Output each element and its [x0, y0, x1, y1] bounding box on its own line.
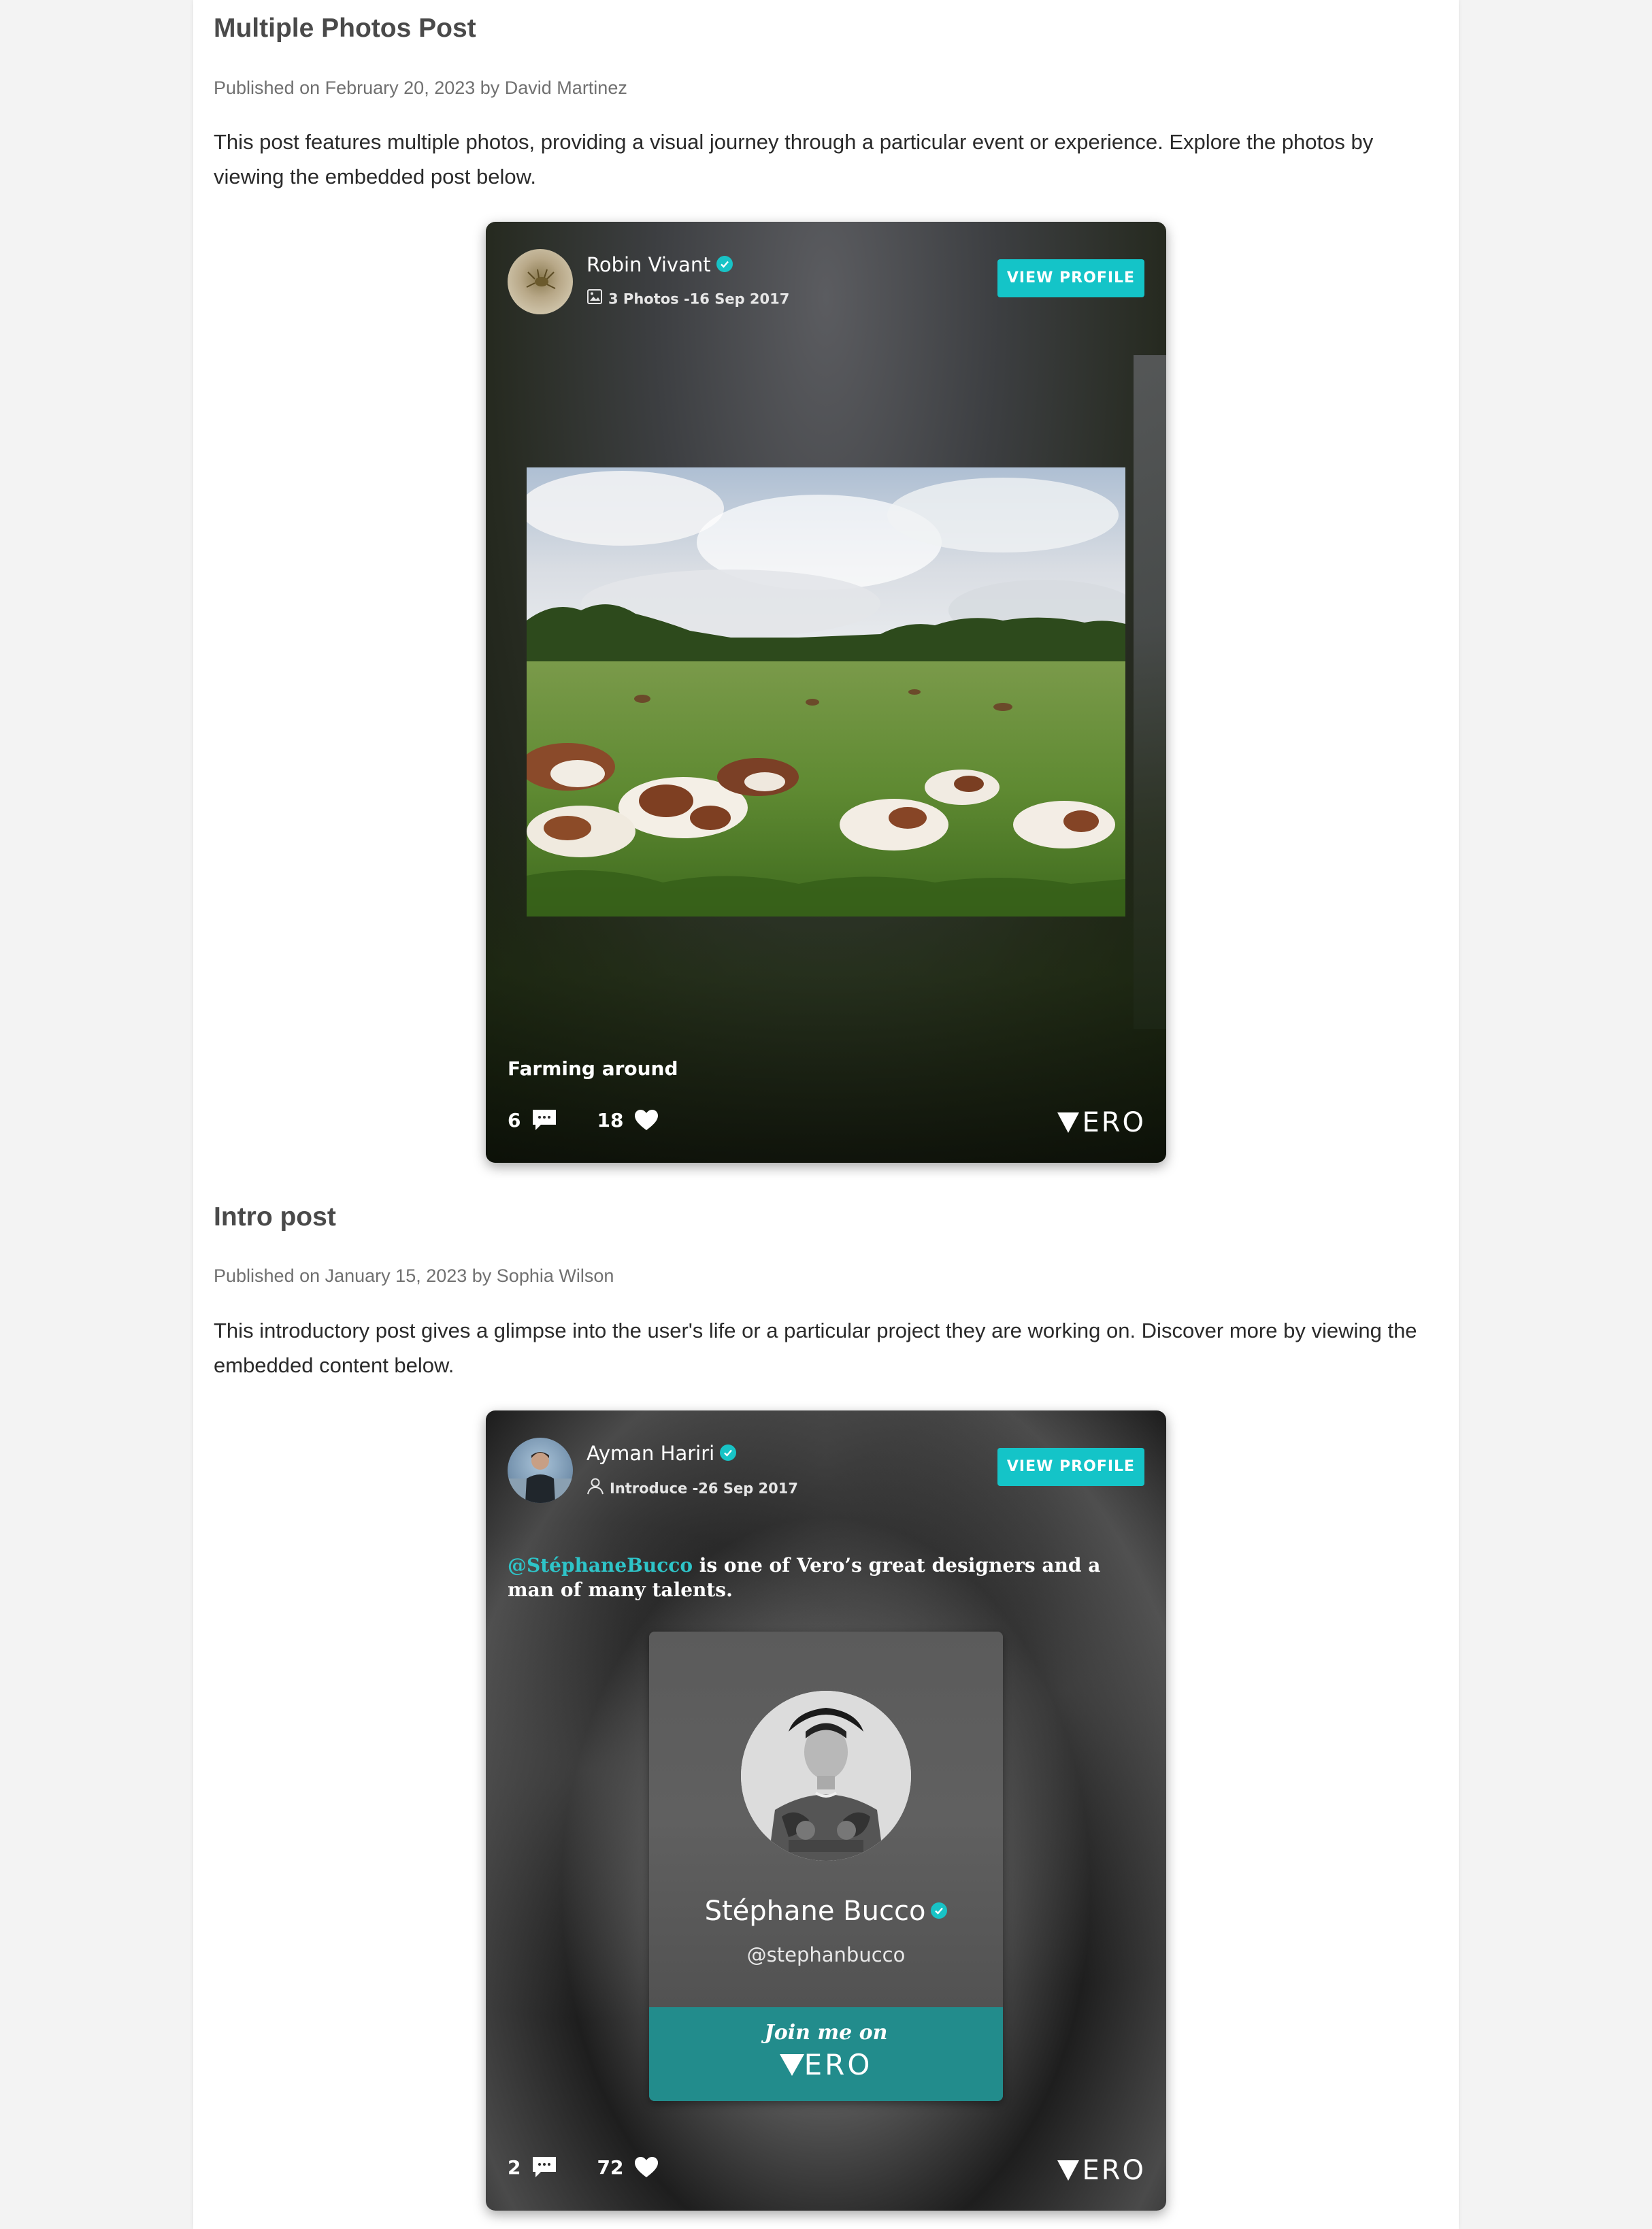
post-title: Multiple Photos Post [214, 14, 476, 43]
card-name-text: Stéphane Bucco [704, 1896, 926, 1927]
post-body: This post features multiple photos, prov… [214, 130, 1374, 188]
verified-icon [720, 1444, 737, 1461]
like-count: 72 [597, 2156, 624, 2179]
post-subtitle: Introduce -26 Sep 2017 [587, 1477, 798, 1500]
verified-icon [931, 1902, 948, 1919]
post-stats-row: 6 18 [508, 1108, 698, 1132]
vero-logo[interactable]: ERO [1057, 2155, 1146, 2186]
heart-icon [635, 1110, 659, 1130]
vero-v-icon [1057, 2160, 1080, 2181]
vero-logo[interactable]: ERO [1057, 1107, 1146, 1138]
card-handle: @stephanbucco [746, 1943, 906, 1966]
comment-icon [533, 2157, 557, 2177]
comments-stat[interactable]: 2 [508, 2156, 557, 2179]
author-name-text[interactable]: Robin Vivant [587, 253, 711, 276]
post-body: This introductory post gives a glimpse i… [214, 1319, 1417, 1377]
post-stats-row: 2 72 [508, 2156, 698, 2179]
avatar[interactable] [508, 249, 573, 314]
vero-v-icon [1057, 1112, 1080, 1133]
person-icon [587, 1477, 604, 1498]
comments-stat[interactable]: 6 [508, 1108, 557, 1132]
join-vero-logo-text: ERO [804, 2048, 873, 2081]
post-title: Intro post [214, 1202, 336, 1232]
card-name: Stéphane Bucco [649, 1896, 1003, 1927]
vero-logo-text: ERO [1082, 2155, 1146, 2186]
author-name[interactable]: Robin Vivant [587, 253, 733, 276]
vero-v-icon [779, 2053, 804, 2076]
card-avatar [741, 1691, 911, 1861]
join-vero-logo: ERO [649, 2048, 1003, 2081]
article-page: Multiple Photos Post Published on Februa… [193, 0, 1459, 2229]
post-meta: Published on January 15, 2023 by Sophia … [214, 1266, 614, 1286]
author-name-text[interactable]: Ayman Hariri [587, 1442, 714, 1465]
vero-embed-card[interactable]: Robin Vivant 3 Photos -16 Sep 2017 VIEW … [486, 222, 1166, 1163]
profile-card[interactable]: Stéphane Bucco @stephanbucco Join me on … [649, 1632, 1003, 2101]
likes-stat[interactable]: 72 [597, 2156, 659, 2179]
like-count: 18 [597, 1108, 624, 1132]
post-subtitle-text: 3 Photos -16 Sep 2017 [608, 291, 790, 308]
heart-icon [635, 2157, 659, 2177]
join-vero-button[interactable]: Join me on ERO [649, 2007, 1003, 2101]
vero-logo-text: ERO [1082, 1107, 1146, 1138]
author-name[interactable]: Ayman Hariri [587, 1442, 737, 1465]
comment-count: 6 [508, 1108, 521, 1132]
likes-stat[interactable]: 18 [597, 1109, 659, 1132]
intro-text: @StéphaneBucco is one of Vero’s great de… [508, 1553, 1147, 1602]
join-text: Join me on [764, 2021, 888, 2045]
post-caption: Farming around [508, 1057, 678, 1080]
photo-icon [587, 288, 603, 308]
verified-icon [716, 256, 733, 272]
view-profile-button[interactable]: VIEW PROFILE [997, 259, 1144, 297]
avatar[interactable] [508, 1438, 573, 1503]
comment-icon [533, 1110, 557, 1130]
comment-count: 2 [508, 2156, 521, 2179]
post-subtitle-text: Introduce -26 Sep 2017 [610, 1480, 798, 1497]
post-subtitle: 3 Photos -16 Sep 2017 [587, 288, 790, 310]
post-photo[interactable] [527, 467, 1125, 917]
vero-embed-card[interactable]: Ayman Hariri Introduce -26 Sep 2017 VIEW… [486, 1410, 1166, 2211]
view-profile-button[interactable]: VIEW PROFILE [997, 1448, 1144, 1486]
mention-link[interactable]: @StéphaneBucco [508, 1554, 693, 1576]
post-meta: Published on February 20, 2023 by David … [214, 78, 627, 98]
next-photo-peek[interactable] [1134, 355, 1166, 1029]
